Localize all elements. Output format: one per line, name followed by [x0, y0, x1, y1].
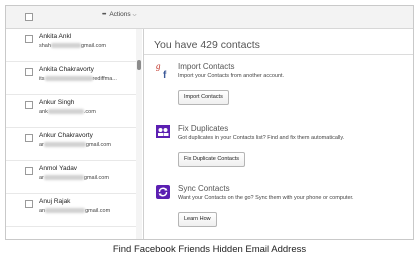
toolbar: ••• Actions ⌵ [6, 6, 413, 29]
more-dots-icon: ••• [102, 11, 106, 18]
scrollbar-thumb[interactable] [137, 60, 141, 70]
contact-name: Ankita Ankl [39, 33, 72, 40]
contact-row[interactable]: Ankur Chakravorty ar gmail.com [6, 128, 136, 161]
sync-contacts-desc: Want your Contacts on the go? Sync them … [178, 195, 354, 201]
contact-email: shah gmail.com [39, 43, 106, 49]
contact-checkbox[interactable] [25, 167, 33, 175]
contact-name: Ankita Chakravorty [39, 66, 94, 73]
actions-label: Actions [109, 11, 131, 18]
import-contacts-button[interactable]: Import Contacts [178, 90, 229, 105]
contact-name: Ankur Chakravorty [39, 132, 93, 139]
learn-how-button[interactable]: Learn How [178, 212, 217, 227]
header-divider [144, 54, 413, 55]
contacts-panel: You have 429 contacts g f Import Contact… [144, 29, 413, 239]
contact-email: ank .com [39, 109, 96, 115]
contact-row[interactable]: Ankita Chakravorty its rediffma... [6, 62, 136, 95]
sync-icon [156, 185, 170, 199]
select-all-checkbox[interactable] [25, 13, 33, 21]
contact-checkbox[interactable] [25, 68, 33, 76]
contact-name: Anmol Yadav [39, 165, 78, 172]
sync-contacts-title: Sync Contacts [178, 184, 230, 193]
contact-row[interactable]: Anmol Yadav ar gmail.com [6, 161, 136, 194]
image-caption: Find Facebook Friends Hidden Email Addre… [112, 244, 307, 255]
duplicate-contacts-icon [156, 125, 170, 138]
chevron-down-icon: ⌵ [132, 11, 137, 18]
fix-duplicates-desc: Got duplicates in your Contacts list? Fi… [178, 135, 345, 141]
import-contacts-desc: Import your Contacts from another accoun… [178, 73, 285, 79]
contact-list-scrollbar[interactable] [136, 29, 142, 239]
contact-email: its rediffma... [39, 76, 117, 82]
svg-text:f: f [163, 70, 167, 79]
contact-email: ar gmail.com [39, 175, 109, 181]
fix-duplicates-title: Fix Duplicates [178, 124, 229, 133]
contact-name: Anuj Rajak [39, 198, 71, 205]
contact-email: ar gmail.com [39, 142, 111, 148]
contact-checkbox[interactable] [25, 134, 33, 142]
contact-checkbox[interactable] [25, 35, 33, 43]
fix-duplicate-contacts-button[interactable]: Fix Duplicate Contacts [178, 152, 246, 167]
import-contacts-title: Import Contacts [178, 62, 235, 71]
contact-row[interactable]: Ankur Singh ank .com [6, 95, 136, 128]
contact-list: Ankita Ankl shah gmail.com Ankita Chakrav… [6, 29, 143, 239]
contacts-window: ••• Actions ⌵ Ankita Ankl shah gmail.com … [5, 5, 414, 240]
contact-row[interactable]: Ankita Ankl shah gmail.com [6, 29, 136, 62]
contacts-count-header: You have 429 contacts [154, 39, 260, 51]
actions-menu[interactable]: ••• Actions ⌵ [102, 11, 136, 18]
svg-text:g: g [156, 61, 161, 71]
contact-checkbox[interactable] [25, 101, 33, 109]
contact-checkbox[interactable] [25, 200, 33, 208]
contact-email: an gmail.com [39, 208, 111, 214]
contact-row[interactable]: Anuj Rajak an gmail.com [6, 194, 136, 227]
google-facebook-icon: g f [156, 61, 167, 79]
contact-name: Ankur Singh [39, 99, 75, 106]
